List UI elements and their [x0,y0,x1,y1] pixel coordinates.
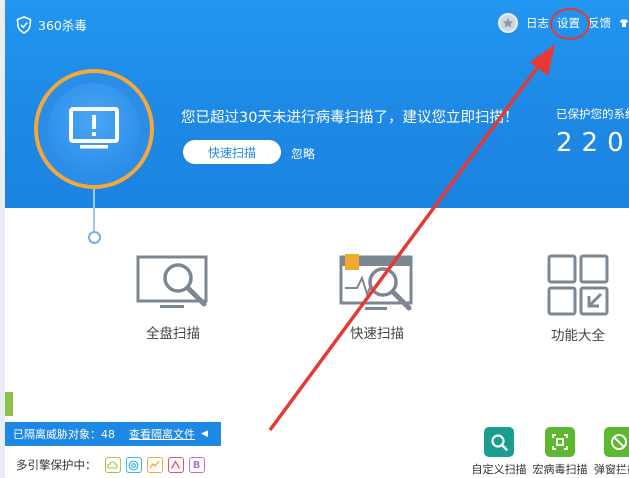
protected-days-label: 已保护您的系统 [556,107,629,121]
scan-reminder-text: 您已超过30天未进行病毒扫描了，建议您立即扫描！ [181,110,519,126]
full-scan-tile[interactable]: 全盘扫描 [128,254,218,342]
quick-scan-label: 快速扫描 [350,326,404,342]
quick-scan-button[interactable]: 快速扫描 [183,140,281,164]
view-quarantine-link[interactable]: 查看隔离文件 [129,426,195,442]
quarantine-count: 已隔离威胁对象：48 [13,428,115,441]
engine-protection-label: 多引擎保护中： [16,458,97,472]
system-repair-icon[interactable] [146,457,163,473]
log-link[interactable]: 日志 [526,15,549,31]
quick-scan-tile[interactable]: 快速扫描 [332,254,422,342]
custom-scan-tool[interactable]: 自定义扫描 [471,427,527,477]
app-window: 360杀毒 日志 设置 反馈 您已超过30天未进行病毒扫描了，建议您立即扫描！ … [0,0,629,478]
engine-protection: 多引擎保护中： B [16,457,210,473]
settings-link[interactable]: 设置 [550,8,590,40]
popup-block-icon [604,427,629,457]
monitor-warning-icon [69,107,119,149]
arrow-left-icon: ◀ [201,429,208,439]
feedback-link[interactable]: 反馈 [588,15,611,31]
app-brand: 360杀毒 [16,15,87,34]
app-title: 360杀毒 [38,18,87,33]
popup-block-label: 弹窗拦截 [594,463,629,476]
full-scan-icon [136,255,208,308]
cloud-engine-icon[interactable] [104,457,121,473]
top-nav: 日志 设置 反馈 [498,8,629,40]
feature-grid-tile[interactable]: 功能大全 [536,254,620,344]
skin-button[interactable] [619,18,629,28]
ring-stem-dot [88,231,101,244]
macro-scan-tool[interactable]: 宏病毒扫描 [532,427,588,477]
popup-block-tool[interactable]: 弹窗拦截 [594,427,629,477]
status-core [48,83,140,175]
feature-grid-icon [547,254,609,316]
protected-days-count: 2208 [556,128,629,158]
macro-scan-label: 宏病毒扫描 [532,463,588,476]
qvm-engine-icon[interactable] [125,457,142,473]
star-icon [502,17,514,28]
status-ring [34,69,154,189]
custom-scan-icon [484,427,514,457]
quick-scan-icon [339,254,413,311]
shirt-icon [620,19,628,27]
bitdefender-engine-icon[interactable]: B [188,457,205,473]
avira-engine-icon[interactable] [167,457,184,473]
ignore-link[interactable]: 忽略 [291,145,315,162]
shield-logo-icon [16,15,32,34]
quarantine-bar: 已隔离威胁对象：48 查看隔离文件 ◀ [5,422,221,446]
user-avatar[interactable] [498,13,518,33]
macro-scan-icon [545,427,575,457]
custom-scan-label: 自定义扫描 [471,463,527,476]
ring-stem [93,189,95,233]
side-tab-indicator[interactable] [5,392,13,416]
full-scan-label: 全盘扫描 [146,326,200,342]
feature-grid-label: 功能大全 [551,328,605,344]
